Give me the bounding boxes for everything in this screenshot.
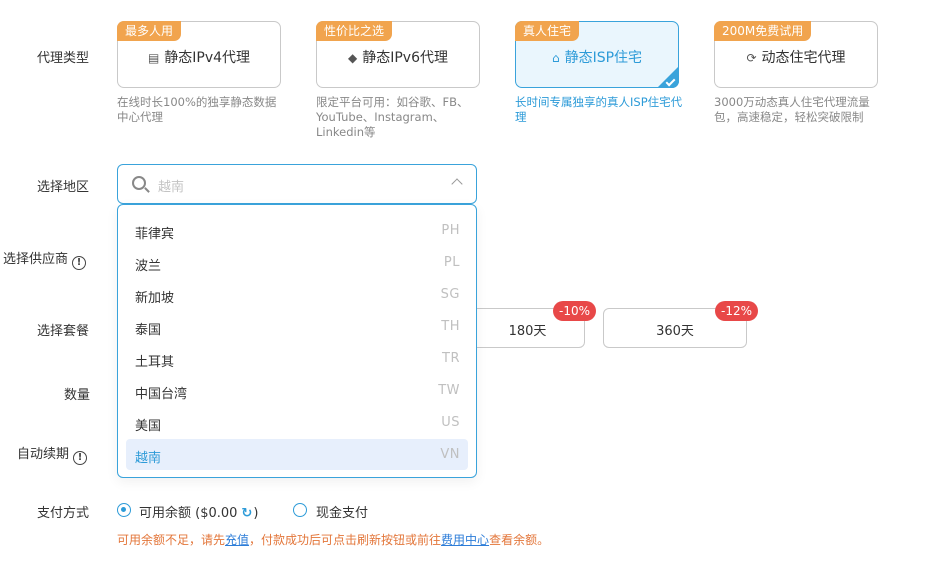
card-tag: 最多人用 [117,21,182,41]
plan-label: 选择套餐 [37,324,90,339]
loading-icon: ⟳ [746,51,757,65]
proxy-card-isp[interactable]: 真人住宅 ⌂ 静态ISP住宅 [515,21,679,88]
region-search-input[interactable]: 越南 [158,176,184,195]
discount-badge: -10% [553,301,597,321]
region-option[interactable]: 美国 US [126,407,468,438]
chevron-up-icon[interactable] [451,178,463,190]
region-code: SG [440,287,460,302]
home-icon: ⌂ [551,51,560,65]
billing-center-link[interactable]: 费用中心 [441,533,489,547]
cash-option[interactable]: 现金支付 [316,502,368,521]
region-name: 美国 [135,419,162,434]
proxy-card-dynamic[interactable]: 200M免费试用 ⟳ 动态住宅代理 [714,21,878,88]
proxy-card-ipv6[interactable]: 性价比之选 ◆ 静态IPv6代理 [316,21,480,88]
card-title-text: 静态IPv6代理 [362,50,448,66]
warning-text: 查看余额。 [489,533,550,547]
card-title: ⟳ 动态住宅代理 [715,47,877,67]
region-option[interactable]: 菲律宾 PH [126,215,468,246]
quantity-label: 数量 [64,388,91,403]
card-title-text: 静态ISP住宅 [564,50,643,66]
recharge-link[interactable]: 充值 [225,533,249,547]
card-desc-ipv6: 限定平台可用：如谷歌、FB、YouTube、Instagram、Linkedin… [316,95,469,139]
balance-warning: 可用余额不足，请先充值，付款成功后可点击刷新按钮或前往费用中心查看余额。 [117,531,549,548]
info-icon[interactable]: ! [73,451,88,465]
region-code: VN [440,447,460,462]
refresh-icon[interactable]: ↻ [241,506,252,521]
region-code: PL [443,255,460,270]
region-code: TR [442,351,460,366]
region-name: 新加坡 [135,291,175,306]
card-desc-isp: 长时间专属独享的真人ISP住宅代理 [515,95,683,124]
card-title: ⌂ 静态ISP住宅 [516,47,678,67]
card-desc-dynamic: 3000万动态真人住宅代理流量包，高速稳定，轻松突破限制 [714,95,870,124]
region-code: PH [441,223,460,238]
region-option-selected[interactable]: 越南 VN [126,439,468,470]
server-icon: ▤ [147,51,160,65]
provider-label: 选择供应商! [3,248,87,270]
card-tag: 性价比之选 [316,21,393,41]
region-name: 泰国 [135,323,162,338]
search-icon [132,176,146,190]
warning-text: 可用余额不足，请先 [117,533,226,547]
card-title: ▤ 静态IPv4代理 [118,47,280,67]
proxy-type-label: 代理类型 [37,51,90,66]
region-option[interactable]: 中国台湾 TW [126,375,468,406]
auto-renew-label: 自动续期! [17,443,88,465]
region-code: TW [438,383,460,398]
card-tag: 200M免费试用 [714,21,812,41]
balance-radio[interactable] [117,503,131,517]
region-code: TH [441,319,460,334]
region-dropdown: 菲律宾 PH 波兰 PL 新加坡 SG 泰国 TH 土耳其 TR 中国台湾 TW 美国 US … [117,204,477,478]
balance-close: ) [253,506,259,521]
layers-icon: ◆ [348,51,358,65]
card-desc-ipv4: 在线时长100%的独享静态数据中心代理 [117,95,277,124]
card-title-text: 静态IPv4代理 [164,50,251,66]
balance-option[interactable]: 可用余额 ($0.00 ↻) [139,502,258,521]
proxy-card-ipv4[interactable]: 最多人用 ▤ 静态IPv4代理 [117,21,281,88]
payment-label: 支付方式 [37,506,90,521]
region-option[interactable]: 泰国 TH [126,311,468,342]
warning-text: ，付款成功后可点击刷新按钮或前往 [249,533,442,547]
plan-label-text: 360天 [656,324,694,339]
region-name: 土耳其 [135,355,175,370]
balance-label: 可用余额 ($0.00 [139,506,238,521]
card-tag: 真人住宅 [515,21,580,41]
region-label: 选择地区 [37,180,90,195]
region-select[interactable]: 越南 [117,164,477,204]
info-icon[interactable]: ! [72,256,87,270]
cash-radio[interactable] [293,503,307,517]
region-option[interactable]: 新加坡 SG [126,279,468,310]
region-option[interactable]: 土耳其 TR [126,343,468,374]
region-name: 波兰 [135,259,162,274]
region-code: US [441,415,460,430]
provider-label-text: 选择供应商 [3,252,69,267]
region-name: 越南 [135,451,162,466]
region-name: 菲律宾 [135,227,175,242]
region-name: 中国台湾 [135,387,188,402]
card-title: ◆ 静态IPv6代理 [317,47,479,67]
discount-badge: -12% [715,301,759,321]
plan-label-text: 180天 [508,324,547,339]
card-title-text: 动态住宅代理 [761,50,846,66]
region-option[interactable]: 波兰 PL [126,247,468,278]
auto-renew-label-text: 自动续期 [17,447,70,462]
